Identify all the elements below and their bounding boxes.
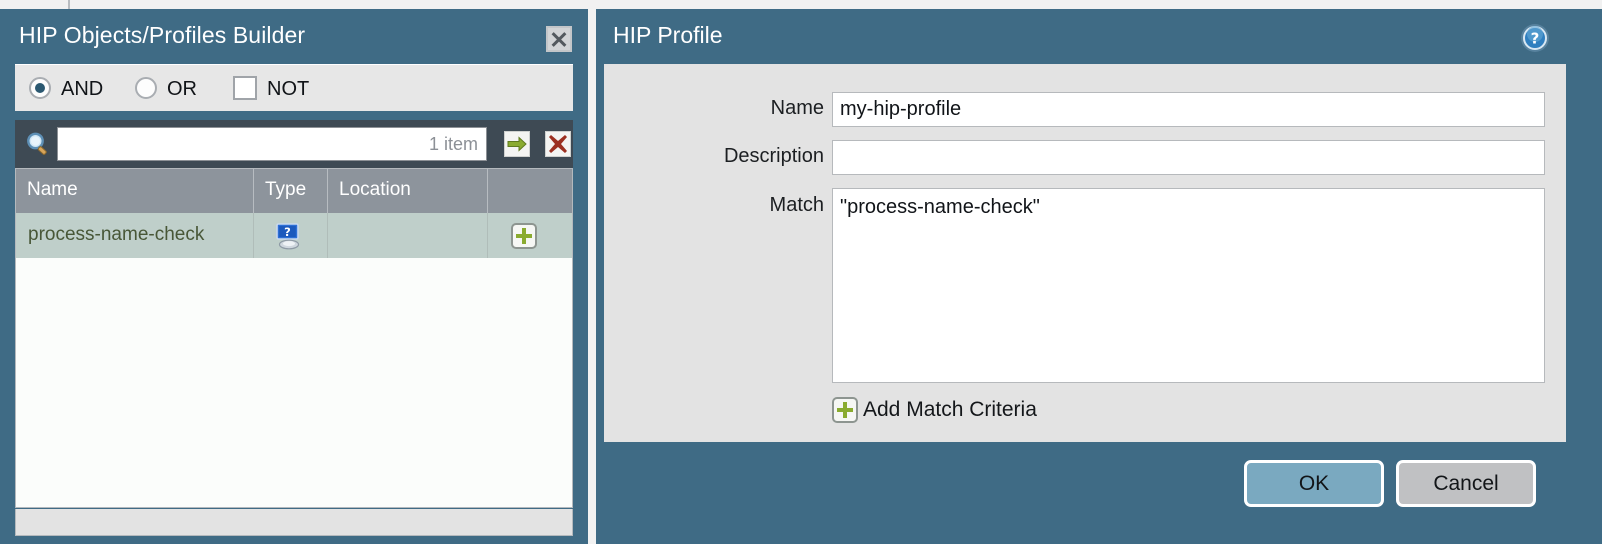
screen-root: HIP Objects/Profiles Builder AND OR NOT bbox=[0, 0, 1602, 544]
cell-actions bbox=[488, 213, 572, 258]
search-filter-bar bbox=[15, 120, 573, 168]
radio-or[interactable] bbox=[135, 77, 157, 99]
background-divider bbox=[68, 0, 70, 9]
cell-name: process-name-check bbox=[16, 213, 254, 258]
radio-and[interactable] bbox=[29, 77, 51, 99]
checkbox-not[interactable] bbox=[233, 76, 257, 100]
description-input[interactable] bbox=[832, 140, 1545, 175]
description-label: Description bbox=[624, 145, 824, 168]
hip-objects-table: Name Type Location process-name-check ? bbox=[15, 168, 573, 508]
match-label: Match bbox=[624, 194, 824, 217]
right-dialog-title: HIP Profile bbox=[613, 22, 723, 49]
left-dialog-footer-bar bbox=[15, 509, 573, 536]
plus-icon bbox=[832, 397, 858, 423]
table-header-row: Name Type Location bbox=[16, 169, 572, 213]
name-input[interactable] bbox=[832, 92, 1545, 127]
left-dialog-title-bar: HIP Objects/Profiles Builder bbox=[0, 9, 588, 62]
column-header-location[interactable]: Location bbox=[328, 169, 488, 213]
cell-location bbox=[328, 213, 488, 258]
column-header-type[interactable]: Type bbox=[254, 169, 328, 213]
search-icon bbox=[24, 130, 52, 158]
svg-text:?: ? bbox=[284, 225, 291, 239]
hip-objects-profiles-builder-dialog: HIP Objects/Profiles Builder AND OR NOT bbox=[0, 9, 588, 544]
add-match-criteria-label: Add Match Criteria bbox=[863, 398, 1037, 422]
red-x-icon[interactable] bbox=[545, 131, 571, 157]
cancel-button[interactable]: Cancel bbox=[1396, 460, 1536, 507]
search-input[interactable] bbox=[57, 127, 487, 161]
background-top-strip bbox=[0, 0, 1602, 9]
plus-icon[interactable] bbox=[511, 223, 537, 249]
hip-profile-form: Name Description Match Add Match Criteri… bbox=[604, 64, 1566, 442]
column-header-actions bbox=[488, 169, 572, 213]
svg-text:?: ? bbox=[1531, 30, 1540, 48]
cell-type: ? bbox=[254, 213, 328, 258]
hip-profile-dialog: HIP Profile ? Name Description Match Add… bbox=[596, 9, 1602, 544]
close-icon[interactable] bbox=[546, 26, 572, 52]
boolean-operator-row: AND OR NOT bbox=[15, 64, 573, 111]
column-header-name[interactable]: Name bbox=[16, 169, 254, 213]
checkbox-not-label: NOT bbox=[267, 78, 309, 101]
table-row[interactable]: process-name-check ? bbox=[16, 213, 572, 258]
left-dialog-title: HIP Objects/Profiles Builder bbox=[19, 22, 305, 49]
radio-and-label: AND bbox=[61, 78, 103, 101]
add-match-criteria-button[interactable]: Add Match Criteria bbox=[832, 396, 1037, 424]
help-icon[interactable]: ? bbox=[1520, 23, 1550, 53]
name-label: Name bbox=[624, 97, 824, 120]
match-textarea[interactable] bbox=[832, 188, 1545, 383]
ok-button[interactable]: OK bbox=[1244, 460, 1384, 507]
computer-question-icon: ? bbox=[274, 221, 304, 251]
radio-or-label: OR bbox=[167, 78, 197, 101]
arrow-right-icon[interactable] bbox=[504, 131, 530, 157]
